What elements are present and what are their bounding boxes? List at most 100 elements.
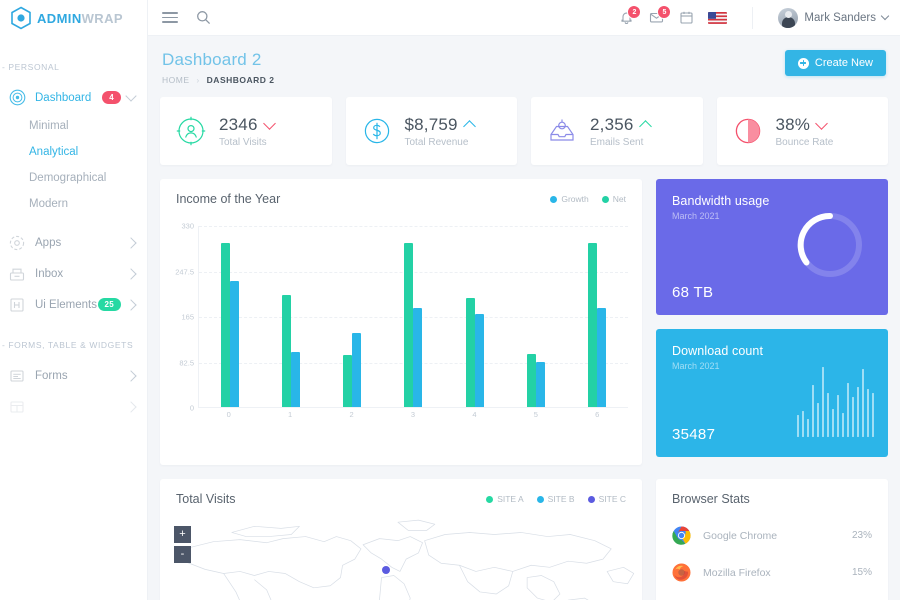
stat-value: 2,356 [590,115,634,135]
legend-item-site-b[interactable]: SITE B [537,494,575,504]
search-icon[interactable] [196,10,211,25]
bar-net[interactable] [527,354,536,407]
y-axis-tick: 247.5 [175,267,194,276]
sparkline-bar [872,393,875,437]
notification-count: 2 [627,5,641,19]
chevron-right-icon[interactable] [125,268,136,279]
sidebar-item-dashboard[interactable]: Dashboard 4 [0,82,147,113]
browser-row-firefox[interactable]: Mozilla Firefox 15% [656,554,888,591]
bar-net[interactable] [282,295,291,407]
page-header: Dashboard 2 HOME › DASHBOARD 2 Create Ne… [158,36,890,97]
browser-percentage: 23% [852,530,872,541]
bar-group[interactable] [199,226,260,407]
pie-half-icon [733,116,763,146]
legend-item-site-c[interactable]: SITE C [588,494,626,504]
topbar-icons: 2 5 [618,7,890,29]
chevron-right-icon[interactable] [125,237,136,248]
widgets-row: Income of the Year Growth Net [158,165,890,465]
brand-logo-area[interactable]: ADMINWRAP [0,0,147,36]
world-map-outline [160,518,642,600]
bar-growth[interactable] [352,333,361,407]
sparkline-bar [857,387,860,437]
download-sparkline [797,375,875,437]
x-axis-tick: 2 [321,410,382,419]
sidebar-badge-dashboard: 4 [102,91,121,104]
world-map[interactable]: + - [160,518,642,600]
sidebar-item-inbox[interactable]: Inbox [0,258,147,289]
user-profile-menu[interactable]: Mark Sanders [778,8,890,28]
browser-row-edge[interactable] [656,591,888,600]
bar-group[interactable] [322,226,383,407]
sidebar-item-tables-partial[interactable] [0,391,147,422]
envelope-icon[interactable]: 5 [648,9,665,26]
bar-growth[interactable] [413,308,422,407]
bar-net[interactable] [343,355,352,407]
us-flag-icon[interactable] [708,12,727,24]
sidebar-section-personal: - PERSONAL [0,36,147,82]
stat-label: Bounce Rate [776,137,834,148]
sparkline-bar [807,419,810,437]
chevron-down-icon[interactable] [125,90,136,101]
calendar-icon[interactable] [678,9,695,26]
map-zoom-out-button[interactable]: - [174,546,191,563]
bar-growth[interactable] [597,308,606,407]
map-pin-site-c[interactable] [382,566,390,574]
legend-dot-site-b [537,496,544,503]
hamburger-menu-icon[interactable] [162,12,178,23]
sidebar-subitem-demographical[interactable]: Demographical [0,165,147,191]
sidebar: ADMINWRAP - PERSONAL Dashboard 4 Minimal… [0,0,148,600]
stat-card-bounce-rate[interactable]: 38% Bounce Rate [717,97,889,165]
breadcrumb-home[interactable]: HOME [162,75,190,85]
bar-net[interactable] [466,298,475,407]
download-subtitle: March 2021 [672,361,872,371]
chevron-down-icon[interactable] [881,12,889,20]
sidebar-item-apps[interactable]: Apps [0,227,147,258]
chart-title: Income of the Year [176,192,280,206]
bar-group[interactable] [260,226,321,407]
trend-up-icon [639,120,652,133]
avatar [778,8,798,28]
bar-group[interactable] [383,226,444,407]
stat-card-emails-sent[interactable]: 2,356 Emails Sent [531,97,703,165]
bar-group[interactable] [505,226,566,407]
bar-growth[interactable] [536,362,545,407]
stat-card-total-revenue[interactable]: $8,759 Total Revenue [346,97,518,165]
sidebar-item-forms[interactable]: Forms [0,360,147,391]
legend-item-growth[interactable]: Growth [550,194,588,204]
x-axis-tick: 1 [259,410,320,419]
bar-net[interactable] [404,243,413,407]
map-zoom-in-button[interactable]: + [174,526,191,543]
bell-icon[interactable]: 2 [618,9,635,26]
legend-item-net[interactable]: Net [602,194,626,204]
browser-row-chrome[interactable]: Google Chrome 23% [656,512,888,554]
create-new-button[interactable]: Create New [785,50,886,76]
breadcrumb: HOME › DASHBOARD 2 [162,75,275,85]
bar-net[interactable] [221,243,230,407]
chevron-right-icon[interactable] [125,370,136,381]
stat-card-total-visits[interactable]: 2346 Total Visits [160,97,332,165]
sidebar-item-ui-elements[interactable]: Ui Elements 25 [0,289,147,320]
sidebar-item-label: Forms [35,370,127,382]
legend-label: SITE A [497,494,523,504]
x-axis-tick: 3 [382,410,443,419]
bar-group[interactable] [444,226,505,407]
chevron-right-icon[interactable] [125,299,136,310]
trend-down-icon [815,117,828,130]
stat-value: $8,759 [405,115,458,135]
legend-item-site-a[interactable]: SITE A [486,494,523,504]
bottom-row: Total Visits SITE A SITE B [158,465,890,600]
sparkline-bar [812,385,815,437]
sidebar-subitem-minimal[interactable]: Minimal [0,113,147,139]
bar-growth[interactable] [291,352,300,407]
bar-net[interactable] [588,243,597,407]
sidebar-subitem-modern[interactable]: Modern [0,191,147,217]
x-axis-tick: 0 [198,410,259,419]
bar-growth[interactable] [475,314,484,407]
sidebar-subitem-analytical[interactable]: Analytical [0,139,147,165]
sidebar-item-label: Dashboard [35,92,102,104]
bar-group[interactable] [567,226,628,407]
bar-growth[interactable] [230,281,239,407]
chevron-right-icon[interactable] [125,401,136,412]
bandwidth-value: 68 TB [672,284,713,301]
topbar-divider [752,7,753,29]
